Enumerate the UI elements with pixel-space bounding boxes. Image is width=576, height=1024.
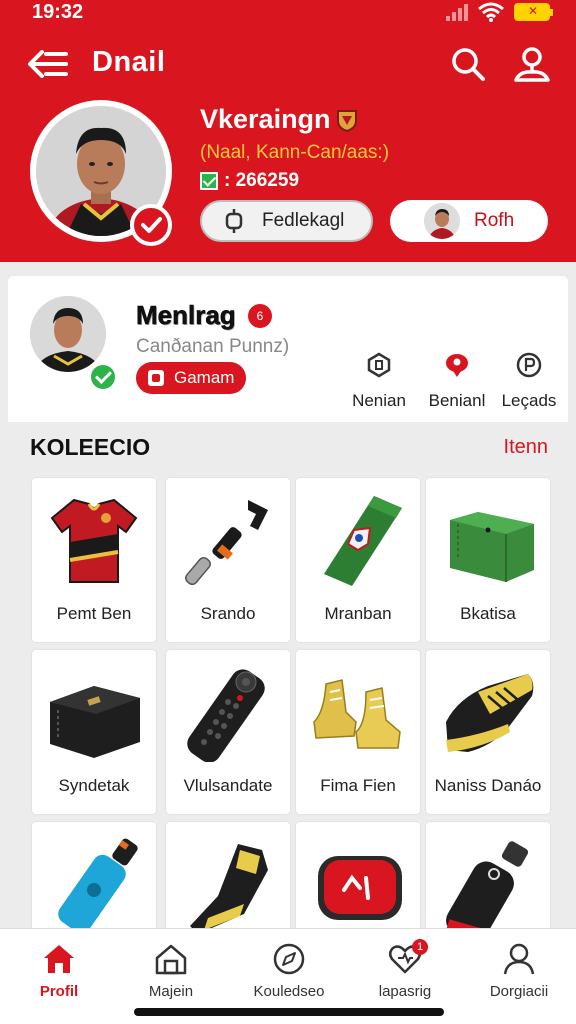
collection-item[interactable]: Pemt Ben (32, 478, 156, 642)
battery-icon: ✕ (514, 3, 553, 21)
collection-item[interactable]: Mranban (296, 478, 420, 642)
circle-p-icon (516, 352, 542, 378)
black-bottle-icon (446, 841, 529, 934)
status-icons: ✕ (446, 2, 553, 22)
jersey-icon (50, 498, 138, 583)
black-yellow-shoe-icon (446, 674, 534, 752)
profile-button[interactable]: Rofh (390, 200, 548, 242)
collection-see-all-link[interactable]: Itenn (504, 436, 548, 459)
home-icon (44, 945, 74, 973)
collection-item[interactable]: Fima Fien (296, 650, 420, 814)
remote-control-icon (187, 669, 265, 762)
nav-profil[interactable]: Profil (4, 941, 114, 1000)
home-indicator[interactable] (134, 1008, 444, 1016)
nav-label: Majein (148, 983, 194, 1000)
stat-label: Nenian (352, 391, 406, 410)
verified-check-icon (88, 362, 118, 392)
follow-label: Fedlekagl (262, 210, 345, 231)
game-button[interactable]: Gamam (136, 362, 246, 394)
status-bar: 19:32 ✕ (0, 0, 576, 28)
collection-item[interactable]: Vlulsandate (166, 650, 290, 814)
scarf-icon (324, 496, 402, 586)
green-bag-icon (450, 512, 534, 582)
stat-label: Leçads (501, 391, 557, 410)
yellow-shoes-icon (313, 679, 401, 749)
boot-icon (190, 844, 268, 934)
compass-icon (273, 943, 305, 975)
profile-id: : 266259 (200, 170, 299, 192)
collection-item[interactable]: Naniss Danáo (426, 650, 550, 814)
profile-id-value: : 266259 (224, 170, 300, 191)
stat-nenian[interactable]: Nenian (334, 352, 424, 411)
stat-lecads[interactable]: Leçads (484, 352, 574, 411)
nav-majein[interactable]: Majein (116, 941, 226, 1000)
nav-label: Profil (39, 983, 79, 1000)
status-time: 19:32 (32, 1, 84, 23)
nav-dorgiacii[interactable]: Dorgiacii (464, 941, 574, 1000)
member-avatar[interactable] (30, 296, 106, 372)
collection-item[interactable]: Bkatisa (426, 478, 550, 642)
black-bag-icon (50, 686, 140, 758)
check-icon (200, 172, 218, 190)
follow-button[interactable]: Fedlekagl (200, 200, 373, 242)
verified-badge-icon (130, 204, 172, 246)
profile-subtitle: (Naal, Kann-Can/aas:) (200, 142, 390, 163)
member-badge: 6 (248, 304, 272, 328)
collection-title: KOLEECIO (30, 434, 151, 460)
member-name: Menlrag (136, 300, 236, 331)
wifi-icon (478, 2, 504, 22)
profile-button-label: Rofh (474, 210, 515, 231)
signal-icon (446, 3, 468, 21)
member-card: Menlrag 6 Canðanan Punnz) Gamam Nenian B… (8, 276, 568, 422)
house-outline-icon (155, 944, 187, 975)
nav-label: Kouledseo (253, 983, 325, 1000)
game-icon (148, 370, 164, 386)
item-label: Mranban (324, 604, 392, 623)
hexagon-icon (367, 352, 391, 378)
user-pin-icon[interactable] (510, 44, 554, 84)
nav-kouledseo[interactable]: Kouledseo (234, 941, 344, 1000)
search-icon[interactable] (448, 44, 488, 84)
person-icon (503, 943, 535, 975)
collection-item[interactable]: Syndetak (32, 650, 156, 814)
nav-lapasrig[interactable]: 1 lapasrig (350, 939, 460, 1000)
item-label: Srando (200, 604, 256, 623)
blue-bottle-icon (58, 838, 138, 934)
item-label: Vlulsandate (183, 776, 273, 795)
collection-item[interactable]: Srando (166, 478, 290, 642)
tool-handle-icon (185, 500, 268, 586)
item-label: Naniss Danáo (434, 776, 542, 795)
item-label: Syndetak (58, 776, 130, 795)
game-button-label: Gamam (174, 368, 235, 387)
profile-name: Vkeraingn (200, 104, 331, 134)
pin-icon (446, 354, 468, 377)
club-crest-icon (337, 110, 357, 132)
nav-label: lapasrig (378, 983, 432, 1000)
item-label: Pemt Ben (56, 604, 132, 623)
item-label: Fima Fien (320, 776, 396, 795)
gear-outline-icon (225, 209, 243, 233)
mini-avatar (424, 203, 460, 239)
item-label: Bkatisa (460, 604, 516, 623)
back-menu-icon[interactable] (26, 46, 70, 82)
page-title: Dnail (92, 46, 166, 78)
nav-label: Dorgiacii (489, 983, 549, 1000)
member-subtitle: Canðanan Punnz) (136, 336, 290, 357)
notification-badge: 1 (412, 939, 428, 955)
top-bar: Dnail (0, 40, 576, 88)
red-case-icon (318, 856, 402, 920)
profile-header: 19:32 ✕ Dnail Vkeraingn (Naal, Kann-Can/… (0, 0, 576, 262)
